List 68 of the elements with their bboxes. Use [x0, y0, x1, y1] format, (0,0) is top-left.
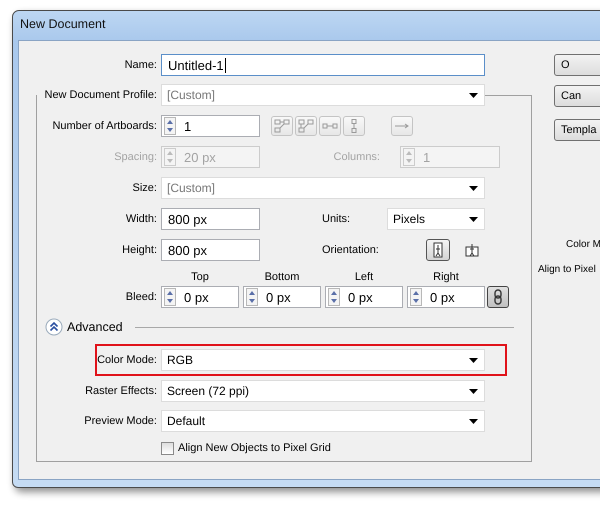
- field-label: Number of Artboards:: [51, 120, 158, 132]
- bleed-side-label: Left: [354, 271, 374, 283]
- artboards-spinner[interactable]: 1: [161, 115, 260, 137]
- size-dropdown[interactable]: [Custom]: [161, 177, 485, 199]
- spinner-arrows-icon: [164, 148, 176, 166]
- collapse-chevrons-icon: [45, 318, 63, 336]
- dialog-button[interactable]: Can: [554, 85, 600, 107]
- dropdown-arrow-icon: [469, 388, 478, 394]
- dialog-button[interactable]: Templa: [554, 119, 600, 141]
- bleed-spinner[interactable]: 0 px: [161, 286, 239, 308]
- bleed-spinner[interactable]: 0 px: [325, 286, 403, 308]
- bleed-side-label: Right: [432, 271, 460, 283]
- field-label: Orientation:: [322, 244, 380, 256]
- portrait-icon: [432, 242, 444, 258]
- spinner-arrows-icon: [164, 117, 176, 135]
- name-field[interactable]: Untitled-1: [161, 54, 485, 76]
- link-bleed-button[interactable]: [487, 286, 509, 308]
- checkbox[interactable]: [161, 442, 174, 454]
- dropdown-arrow-icon: [469, 418, 478, 424]
- window-title: New Document: [19, 16, 106, 33]
- landscape-icon: [465, 243, 479, 257]
- info-label: Color M: [566, 239, 600, 250]
- field-label: Color Mode:: [97, 354, 158, 366]
- arrange-column-button[interactable]: [343, 116, 365, 136]
- field-label: Height:: [121, 244, 158, 256]
- field-label: Units:: [322, 213, 352, 225]
- option-dropdown[interactable]: Default: [161, 410, 485, 432]
- arrange-row-button[interactable]: [319, 116, 341, 136]
- dropdown-arrow-icon: [469, 186, 478, 190]
- dropdown-arrow-icon: [469, 216, 478, 222]
- grid-layout-icon: [274, 119, 290, 133]
- field-label: Width:: [124, 213, 158, 225]
- width-field[interactable]: 800 px: [161, 208, 260, 230]
- spinner-arrows-icon: [164, 288, 176, 306]
- bleed-spinner[interactable]: 0 px: [243, 286, 321, 308]
- dropdown-arrow-icon: [469, 358, 478, 362]
- profile-dropdown[interactable]: [Custom]: [161, 84, 485, 106]
- field-label: Name:: [124, 59, 158, 71]
- option-dropdown[interactable]: Screen (72 ppi): [161, 380, 485, 402]
- field-label: Columns:: [332, 151, 380, 163]
- field-label: Bleed:: [124, 291, 158, 303]
- bleed-side-label: Bottom: [264, 271, 300, 283]
- option-dropdown[interactable]: RGB: [161, 349, 485, 371]
- field-label: New Document Profile:: [37, 89, 161, 101]
- advanced-toggle-button[interactable]: [45, 318, 63, 336]
- grid-layout-icon: [298, 119, 314, 133]
- layout-direction-button[interactable]: [391, 116, 413, 136]
- grid-by-row-button[interactable]: [271, 116, 293, 136]
- portrait-button[interactable]: [426, 239, 450, 261]
- dropdown-arrow-icon: [469, 92, 478, 98]
- units-dropdown[interactable]: Pixels: [387, 208, 485, 230]
- spinner-arrows-icon: [246, 288, 258, 306]
- section-label: Advanced: [67, 320, 123, 334]
- spinner-arrows-icon: [328, 288, 340, 306]
- grid-by-column-button[interactable]: [295, 116, 317, 136]
- info-label: Align to Pixel: [538, 264, 596, 275]
- height-field[interactable]: 800 px: [161, 239, 260, 261]
- field-label: Spacing:: [113, 151, 158, 163]
- spinner-arrows-icon: [403, 148, 415, 166]
- spinner-arrows-icon: [410, 288, 422, 306]
- checkbox-label: Align New Objects to Pixel Grid: [178, 442, 331, 454]
- field-label: Raster Effects:: [84, 385, 158, 397]
- field-label: Size:: [132, 182, 158, 194]
- field-label: Preview Mode:: [83, 415, 158, 427]
- bleed-side-label: Top: [190, 271, 210, 283]
- dialog-button[interactable]: O: [554, 54, 600, 76]
- chain-link-icon: [493, 289, 503, 305]
- bleed-spinner[interactable]: 0 px: [407, 286, 485, 308]
